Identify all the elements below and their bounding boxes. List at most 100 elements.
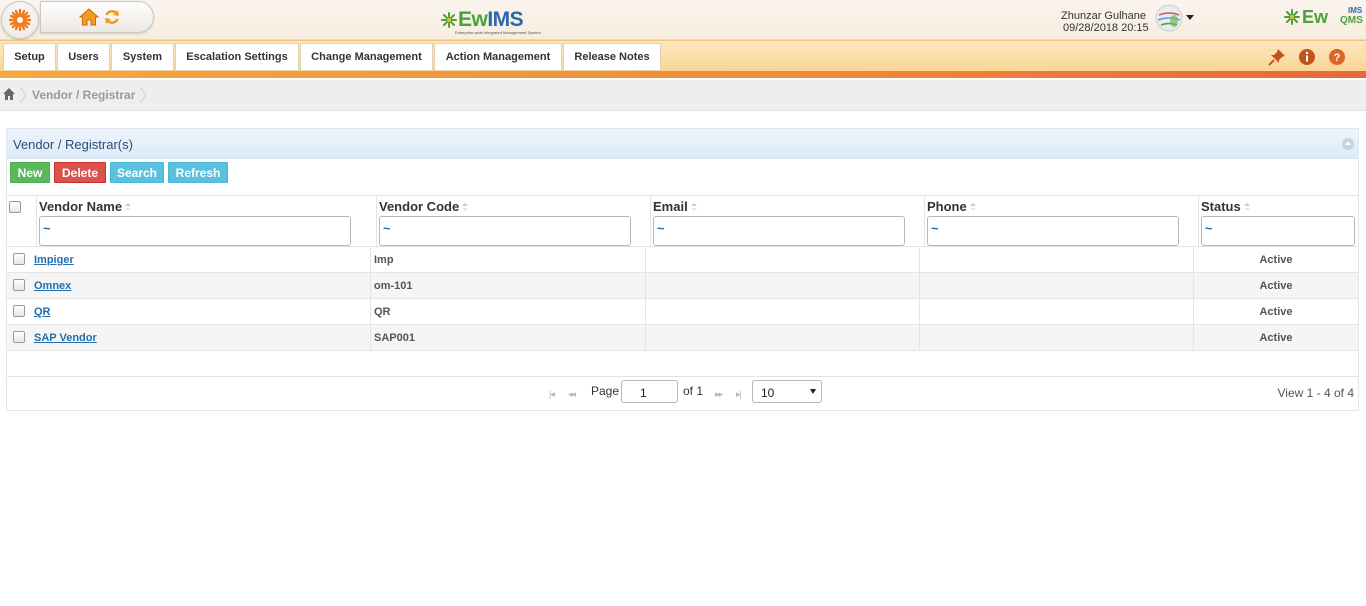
column-label: Vendor Code [379, 199, 469, 214]
panel-title: Vendor / Registrar(s) [13, 137, 133, 152]
collapse-icon[interactable] [1342, 138, 1354, 150]
column-status[interactable]: Status ~ [1199, 196, 1358, 248]
vendor-name-link[interactable]: QR [34, 306, 51, 318]
svg-text:?: ? [1334, 52, 1341, 64]
panel-header: Vendor / Registrar(s) [7, 129, 1358, 159]
sunburst-icon [8, 8, 32, 32]
vendor-name-link[interactable]: Impiger [34, 254, 74, 266]
column-label: Phone [927, 199, 976, 214]
brand-name: EwIMS [458, 8, 524, 31]
delete-button[interactable]: Delete [54, 162, 106, 183]
top-header: EwIMS Enterprise-wide Integrated Managem… [0, 0, 1366, 40]
table-row[interactable]: Omnex om-101 Active [7, 273, 1358, 299]
app-logo-button[interactable] [1, 1, 39, 39]
breadcrumb-separator-icon [139, 86, 147, 104]
brand-right-ims: IMS [1348, 6, 1363, 15]
breadcrumb-current[interactable]: Vendor / Registrar [32, 88, 135, 102]
row-select-cell [7, 247, 32, 273]
menu-release-notes[interactable]: Release Notes [563, 43, 661, 71]
grid-pager: |◂ ◂◂ Page 1 of 1 ▸▸ ▸| 10 View 1 - 4 of… [7, 376, 1358, 411]
page-size-value: 10 [761, 386, 775, 400]
home-icon[interactable] [2, 87, 16, 101]
page-count-label: of 1 [683, 384, 704, 398]
page-size-select[interactable]: 10 [752, 380, 822, 403]
sort-icon[interactable] [969, 203, 976, 211]
email-filter-input[interactable]: ~ [653, 216, 905, 246]
new-button[interactable]: New [10, 162, 50, 183]
row-checkbox[interactable] [13, 279, 25, 291]
vendor-code-cell: QR [371, 299, 646, 325]
menu-action-management[interactable]: Action Management [434, 43, 562, 71]
phone-cell [920, 325, 1194, 351]
row-select-cell [7, 299, 32, 325]
menu-escalation-settings[interactable]: Escalation Settings [175, 43, 299, 71]
column-vendor-code[interactable]: Vendor Code ~ [377, 196, 651, 248]
menu-system[interactable]: System [111, 43, 174, 71]
first-page-icon[interactable]: |◂ [549, 389, 555, 400]
chevron-down-icon [810, 389, 816, 394]
column-email[interactable]: Email ~ [651, 196, 925, 248]
vendor-code-filter-input[interactable]: ~ [379, 216, 631, 246]
email-cell [646, 273, 920, 299]
vendor-name-link[interactable]: SAP Vendor [34, 332, 97, 344]
menu-users[interactable]: Users [57, 43, 110, 71]
home-refresh-pill [40, 1, 154, 33]
row-select-cell [7, 273, 32, 299]
table-row[interactable]: SAP Vendor SAP001 Active [7, 325, 1358, 351]
prev-page-icon[interactable]: ◂◂ [568, 389, 576, 400]
row-checkbox[interactable] [13, 331, 25, 343]
table-row[interactable]: Impiger Imp Active [7, 247, 1358, 273]
page-number-input[interactable]: 1 [621, 380, 678, 403]
status-cell: Active [1259, 306, 1293, 318]
refresh-icon[interactable] [103, 8, 121, 26]
menu-change-management[interactable]: Change Management [300, 43, 433, 71]
select-all-checkbox[interactable] [9, 201, 21, 213]
vendor-name-cell: Omnex [32, 273, 371, 299]
table-row[interactable]: QR QR Active [7, 299, 1358, 325]
breadcrumb: Vendor / Registrar [0, 80, 1366, 111]
phone-cell [920, 299, 1194, 325]
vendor-name-link[interactable]: Omnex [34, 280, 71, 292]
vendor-name-cell: QR [32, 299, 371, 325]
brand-right-prefix: Ew [1302, 7, 1329, 27]
row-checkbox[interactable] [13, 305, 25, 317]
next-page-icon[interactable]: ▸▸ [715, 389, 723, 400]
vendor-name-cell: Impiger [32, 247, 371, 273]
sort-icon[interactable] [462, 203, 469, 211]
record-count-text: View 1 - 4 of 4 [1277, 386, 1355, 400]
column-vendor-name[interactable]: Vendor Name ~ [37, 196, 377, 248]
help-icon[interactable]: ? [1328, 48, 1346, 66]
phone-cell [920, 273, 1194, 299]
column-label: Vendor Name [39, 199, 132, 214]
brand-tagline: Enterprise-wide Integrated Management Sy… [455, 30, 541, 35]
pin-icon[interactable] [1268, 48, 1286, 66]
flower-logo-icon [1284, 9, 1300, 25]
language-globe-icon[interactable] [1154, 3, 1184, 33]
last-page-icon[interactable]: ▸| [736, 389, 742, 400]
status-filter-input[interactable]: ~ [1201, 216, 1355, 246]
row-select-cell [7, 325, 32, 351]
vendor-code-cell: Imp [371, 247, 646, 273]
menu-setup[interactable]: Setup [3, 43, 56, 71]
user-name: Zhunzar Gulhane [1061, 10, 1146, 22]
vendor-code-cell: SAP001 [371, 325, 646, 351]
sort-icon[interactable] [1243, 203, 1250, 211]
search-button[interactable]: Search [110, 162, 164, 183]
email-cell [646, 247, 920, 273]
sort-icon[interactable] [125, 203, 132, 211]
main-menu-bar: Setup Users System Escalation Settings C… [0, 40, 1366, 71]
vendor-name-filter-input[interactable]: ~ [39, 216, 351, 246]
home-icon[interactable] [79, 7, 99, 27]
email-cell [646, 325, 920, 351]
phone-filter-input[interactable]: ~ [927, 216, 1179, 246]
menu-accent-strip [0, 71, 1366, 78]
row-checkbox[interactable] [13, 253, 25, 265]
ewims-logo: EwIMS Enterprise-wide Integrated Managem… [441, 8, 541, 35]
column-phone[interactable]: Phone ~ [925, 196, 1199, 248]
info-icon[interactable] [1298, 48, 1316, 66]
refresh-button[interactable]: Refresh [168, 162, 228, 183]
vendor-name-cell: SAP Vendor [32, 325, 371, 351]
breadcrumb-separator-icon [19, 86, 27, 104]
sort-icon[interactable] [690, 203, 697, 211]
language-dropdown-caret-icon[interactable] [1186, 15, 1194, 20]
